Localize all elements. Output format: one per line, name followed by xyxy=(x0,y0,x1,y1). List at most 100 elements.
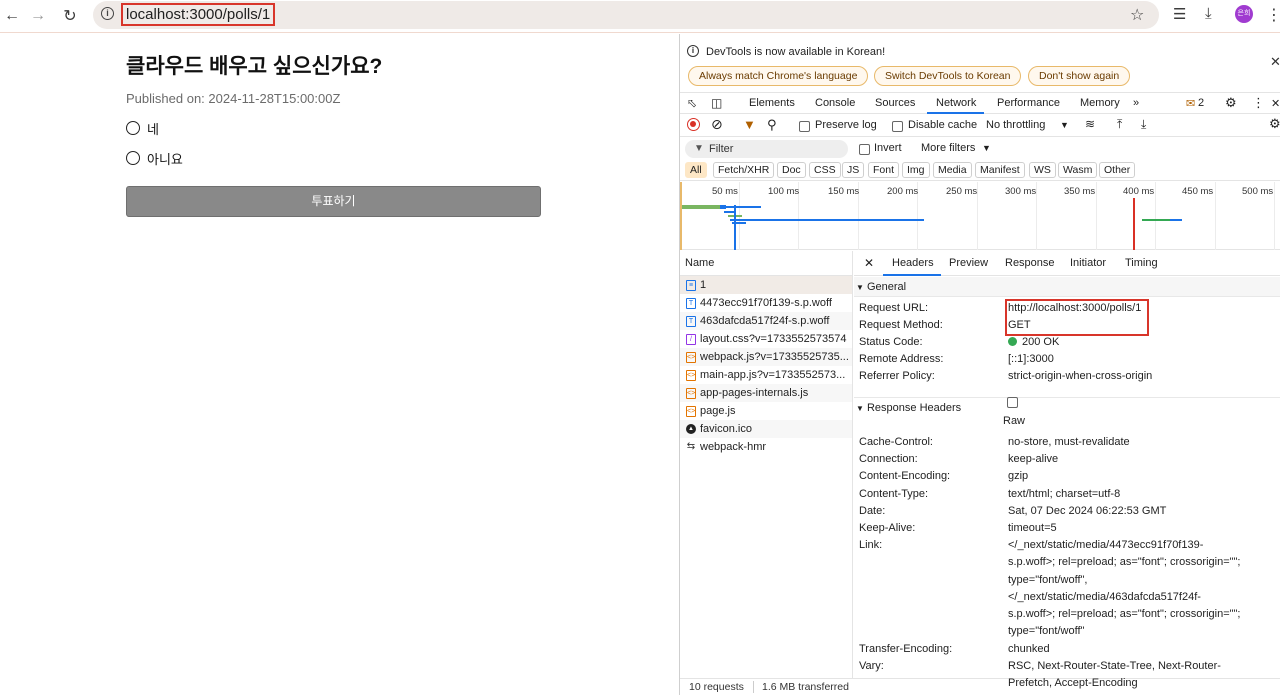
waterfall-bar xyxy=(682,205,720,209)
request-details: ✕ Headers Preview Response Initiator Tim… xyxy=(854,251,1280,689)
profile-avatar[interactable]: 은희 xyxy=(1235,5,1253,23)
chevron-down-icon[interactable]: ▼ xyxy=(1060,120,1069,130)
tab-headers[interactable]: Headers xyxy=(892,257,934,269)
close-notice-icon[interactable]: ✕ xyxy=(1270,54,1280,70)
request-row[interactable]: ▲ favicon.ico xyxy=(680,420,852,438)
search-icon[interactable]: ⚲ xyxy=(767,117,777,133)
browser-menu-icon[interactable]: ⋮ xyxy=(1266,5,1280,25)
tab-console[interactable]: Console xyxy=(815,97,855,109)
request-name: webpack-hmr xyxy=(700,441,767,453)
network-conditions-icon[interactable]: ≋ xyxy=(1085,117,1095,131)
general-section-header[interactable]: ▼ General xyxy=(854,277,1280,297)
type-filter-fetch[interactable]: Fetch/XHR xyxy=(713,162,775,178)
type-filter-wasm[interactable]: Wasm xyxy=(1058,162,1098,178)
settings-gear-icon[interactable]: ⚙ xyxy=(1225,95,1237,111)
preserve-log-label: Preserve log xyxy=(815,119,877,131)
raw-checkbox[interactable] xyxy=(1007,397,1018,408)
active-tab-indicator xyxy=(927,112,984,114)
request-row[interactable]: ≡ 1 xyxy=(680,276,852,294)
request-row[interactable]: <> app-pages-internals.js xyxy=(680,384,852,402)
resource-type-filters: All Fetch/XHR Doc CSS JS Font Img Media … xyxy=(680,160,1280,181)
media-queue-icon[interactable]: ☰ xyxy=(1173,5,1186,23)
devtools-menu-icon[interactable]: ⋮ xyxy=(1252,95,1265,111)
value-line: s.p.woff>; rel=preload; as="font"; cross… xyxy=(1008,608,1241,621)
response-headers-section-header[interactable]: ▼ Response Headers xyxy=(854,397,1280,417)
more-filters-dropdown[interactable]: More filters xyxy=(921,142,975,154)
dont-show-again-button[interactable]: Don't show again xyxy=(1028,66,1131,86)
tab-memory[interactable]: Memory xyxy=(1080,97,1120,109)
reload-icon[interactable]: ↻ xyxy=(58,4,82,28)
type-filter-media[interactable]: Media xyxy=(933,162,972,178)
chevron-down-icon[interactable]: ▼ xyxy=(982,143,991,153)
close-devtools-icon[interactable]: ✕ xyxy=(1271,97,1280,110)
switch-korean-button[interactable]: Switch DevTools to Korean xyxy=(874,66,1022,86)
network-overview[interactable]: 50 ms 100 ms 150 ms 200 ms 250 ms 300 ms… xyxy=(680,182,1280,250)
request-row[interactable]: <> page.js xyxy=(680,402,852,420)
type-filter-manifest[interactable]: Manifest xyxy=(975,162,1025,178)
close-detail-icon[interactable]: ✕ xyxy=(864,256,874,270)
type-filter-img[interactable]: Img xyxy=(902,162,930,178)
filter-funnel-icon[interactable]: ▼ xyxy=(743,117,756,132)
tab-network[interactable]: Network xyxy=(936,97,976,109)
match-language-button[interactable]: Always match Chrome's language xyxy=(688,66,869,86)
active-detail-tab-indicator xyxy=(883,274,941,276)
inspect-element-icon[interactable]: ⬁ xyxy=(687,96,697,110)
request-row[interactable]: / layout.css?v=1733552573574 xyxy=(680,330,852,348)
tab-response[interactable]: Response xyxy=(1005,257,1055,269)
header-key: Request URL: xyxy=(859,302,929,314)
preserve-log-checkbox[interactable] xyxy=(799,121,810,132)
request-row[interactable]: T 4473ecc91f70f139-s.p.woff xyxy=(680,294,852,312)
devtools-tab-bar: ⬁ ◫ Elements Console Sources Network Per… xyxy=(680,92,1280,114)
poll-option-label: 아니요 xyxy=(147,151,183,167)
header-value-vary: RSC, Next-Router-State-Tree, Next-Router… xyxy=(1008,658,1278,693)
request-list: Name ≡ 1 T 4473ecc91f70f139-s.p.woff T 4… xyxy=(680,251,853,695)
request-row[interactable]: ⇆ webpack-hmr xyxy=(680,438,852,456)
type-filter-other[interactable]: Other xyxy=(1099,162,1136,178)
filter-input[interactable]: Filter xyxy=(685,140,848,158)
tab-performance[interactable]: Performance xyxy=(997,97,1060,109)
issues-icon[interactable]: ✉ xyxy=(1186,97,1195,110)
favicon-icon: ▲ xyxy=(686,424,696,434)
back-icon[interactable]: ← xyxy=(0,4,24,28)
type-filter-font[interactable]: Font xyxy=(868,162,900,178)
type-filter-js[interactable]: JS xyxy=(842,162,865,178)
type-filter-doc[interactable]: Doc xyxy=(777,162,806,178)
header-value-link: </_next/static/media/4473ecc91f70f139- s… xyxy=(1008,537,1278,641)
poll-option-no[interactable]: 아니요 xyxy=(126,149,183,167)
throttling-select[interactable]: No throttling xyxy=(986,119,1045,131)
divider xyxy=(753,681,754,693)
forward-icon[interactable]: → xyxy=(26,4,50,28)
import-har-icon[interactable]: ⤒ xyxy=(1117,117,1122,132)
record-icon[interactable] xyxy=(687,118,700,131)
tab-elements[interactable]: Elements xyxy=(749,97,795,109)
device-toolbar-icon[interactable]: ◫ xyxy=(711,96,722,110)
more-tabs-icon[interactable]: » xyxy=(1133,97,1139,109)
download-icon[interactable]: ⤓ xyxy=(1205,5,1212,22)
clear-icon[interactable]: ⊘ xyxy=(711,116,723,133)
radio-button[interactable] xyxy=(126,151,140,165)
address-bar-url[interactable]: localhost:3000/polls/1 xyxy=(121,3,276,26)
waterfall-bar xyxy=(1170,219,1182,221)
tab-sources[interactable]: Sources xyxy=(875,97,915,109)
export-har-icon[interactable]: ⤓ xyxy=(1141,117,1146,132)
type-filter-ws[interactable]: WS xyxy=(1029,162,1056,178)
request-row[interactable]: <> main-app.js?v=1733552573... xyxy=(680,366,852,384)
request-name: webpack.js?v=17335525735... xyxy=(700,351,849,363)
request-row[interactable]: <> webpack.js?v=17335525735... xyxy=(680,348,852,366)
poll-option-yes[interactable]: 네 xyxy=(126,119,159,137)
type-filter-all[interactable]: All xyxy=(685,162,707,178)
published-date: Published on: 2024-11-28T15:00:00Z xyxy=(126,91,341,106)
name-column-header[interactable]: Name xyxy=(680,251,852,276)
tab-timing[interactable]: Timing xyxy=(1125,257,1158,269)
disable-cache-checkbox[interactable] xyxy=(892,121,903,132)
bookmark-star-icon[interactable]: ☆ xyxy=(1130,5,1144,25)
tab-initiator[interactable]: Initiator xyxy=(1070,257,1106,269)
radio-button[interactable] xyxy=(126,121,140,135)
request-row[interactable]: T 463dafcda517f24f-s.p.woff xyxy=(680,312,852,330)
network-settings-icon[interactable]: ⚙ xyxy=(1269,116,1280,132)
vote-button[interactable]: 투표하기 xyxy=(126,186,541,217)
type-filter-css[interactable]: CSS xyxy=(809,162,841,178)
invert-checkbox[interactable] xyxy=(859,144,870,155)
site-info-icon[interactable]: i xyxy=(101,7,114,20)
tab-preview[interactable]: Preview xyxy=(949,257,988,269)
